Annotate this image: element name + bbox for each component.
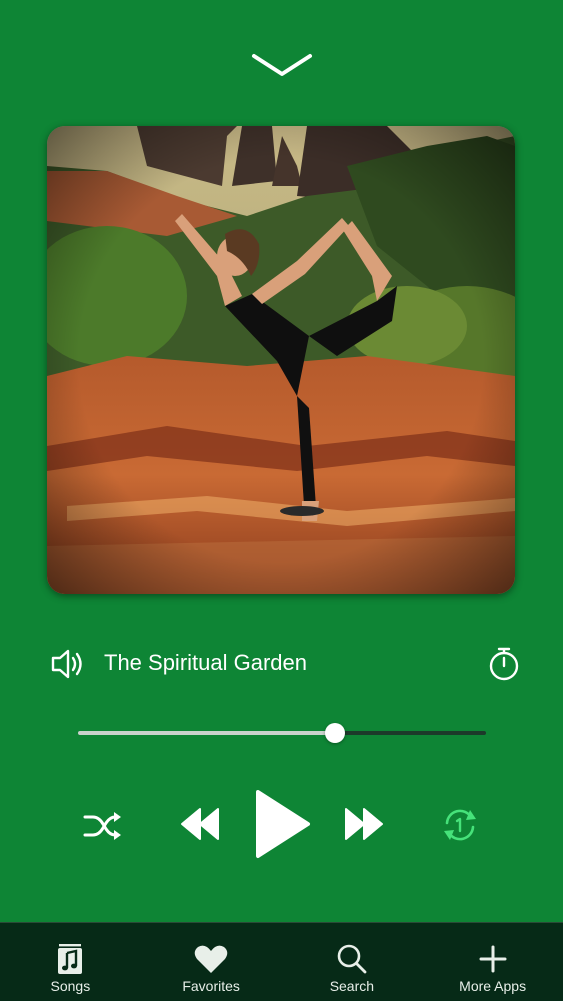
track-title: The Spiritual Garden — [104, 650, 307, 675]
repeat-button[interactable] — [438, 803, 482, 847]
play-button[interactable] — [246, 784, 318, 864]
fast-forward-icon — [345, 808, 383, 840]
collapse-button[interactable] — [250, 50, 314, 80]
volume-button[interactable] — [48, 643, 90, 685]
previous-button[interactable] — [176, 800, 224, 848]
tab-more-apps[interactable]: More Apps — [422, 923, 563, 1001]
progress-slider[interactable] — [78, 720, 486, 746]
sleep-timer-button[interactable] — [485, 645, 523, 683]
plus-icon — [479, 945, 507, 973]
tab-more-apps-label: More Apps — [459, 978, 527, 994]
tab-favorites-label: Favorites — [182, 978, 240, 994]
tab-search[interactable]: Search — [282, 923, 423, 1001]
search-icon — [337, 944, 367, 974]
music-note-icon — [58, 944, 83, 974]
progress-thumb[interactable] — [325, 723, 346, 743]
next-button[interactable] — [340, 800, 388, 848]
heart-icon — [194, 945, 228, 973]
chevron-down-icon — [252, 54, 312, 76]
rewind-icon — [181, 808, 219, 840]
album-artwork — [47, 126, 515, 594]
tab-favorites[interactable]: Favorites — [141, 923, 282, 1001]
speaker-icon — [51, 649, 82, 679]
stopwatch-icon — [489, 647, 519, 681]
shuffle-icon — [83, 812, 121, 840]
progress-fill — [78, 731, 336, 735]
tab-bar: Songs Favorites Search More Apps — [0, 922, 563, 1001]
shuffle-button[interactable] — [80, 804, 124, 848]
play-icon — [256, 790, 310, 858]
tab-search-label: Search — [329, 978, 375, 994]
tab-songs[interactable]: Songs — [0, 923, 141, 1001]
repeat-one-icon — [444, 809, 476, 841]
tab-songs-label: Songs — [50, 978, 91, 994]
